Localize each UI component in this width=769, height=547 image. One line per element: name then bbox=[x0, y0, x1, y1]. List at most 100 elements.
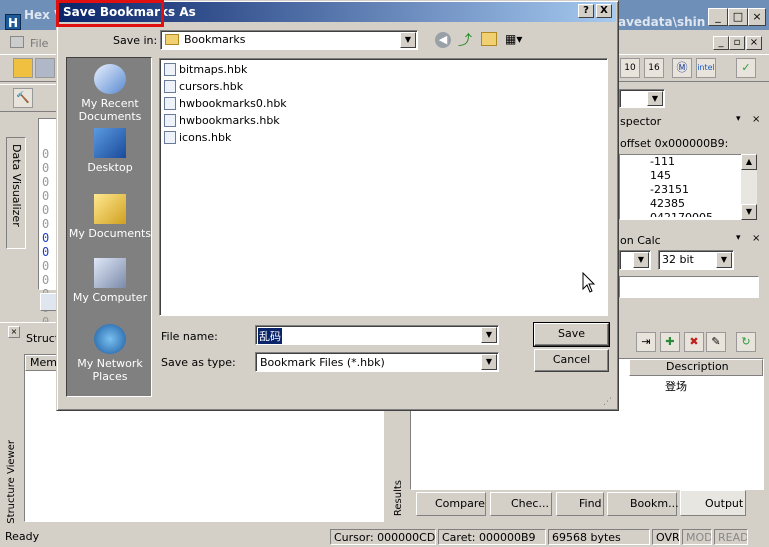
child-close-button[interactable]: × bbox=[746, 36, 762, 50]
file-name-input[interactable]: 乱码 ▼ bbox=[255, 325, 499, 345]
back-icon[interactable]: ◀ bbox=[435, 32, 451, 48]
place-label: Desktop bbox=[87, 161, 133, 174]
file-menu-icon bbox=[10, 36, 24, 48]
status-read: READ bbox=[714, 529, 748, 545]
inspector-close-icon[interactable]: × bbox=[752, 114, 760, 125]
hammer-icon[interactable]: 🔨 bbox=[13, 88, 33, 108]
save-as-type-value: Bookmark Files (*.hbk) bbox=[260, 356, 385, 369]
dialog-help-button[interactable]: ? bbox=[578, 4, 594, 18]
place-label: My Network Places bbox=[77, 357, 143, 383]
file-name: icons.hbk bbox=[179, 131, 232, 144]
file-item[interactable]: cursors.hbk bbox=[164, 78, 607, 95]
base10-icon[interactable]: 10 bbox=[620, 58, 640, 78]
file-item[interactable]: bitmaps.hbk bbox=[164, 61, 607, 78]
results-col-description[interactable]: Description bbox=[629, 359, 763, 376]
file-name: bitmaps.hbk bbox=[179, 63, 248, 76]
results-refresh-icon[interactable]: ↻ bbox=[736, 332, 756, 352]
results-row-text: 登场 bbox=[665, 380, 687, 393]
save-in-select[interactable]: Bookmarks ▼ bbox=[160, 30, 418, 50]
hbk-file-icon bbox=[164, 96, 176, 110]
hex-row: 0 0 bbox=[42, 231, 50, 259]
base-calc-bits-select[interactable]: 32 bit ▼ bbox=[658, 250, 734, 270]
place-desktop[interactable]: Desktop bbox=[67, 128, 153, 174]
recent-documents-icon bbox=[94, 64, 126, 94]
data-visualizer-tab[interactable]: Data Visualizer bbox=[6, 137, 26, 249]
intel-icon[interactable]: intel bbox=[696, 58, 716, 78]
refresh-icon[interactable]: ✓ bbox=[736, 58, 756, 78]
save-as-type-dropdown-icon[interactable]: ▼ bbox=[481, 354, 497, 370]
file-item[interactable]: hwbookmarks.hbk bbox=[164, 112, 607, 129]
status-ready: Ready bbox=[5, 530, 40, 543]
results-tab-bookmarks[interactable]: Bookm... bbox=[607, 492, 679, 516]
inspector-combo[interactable]: ▼ bbox=[619, 89, 665, 108]
places-bar: My Recent Documents Desktop My Documents… bbox=[66, 57, 152, 397]
data-visualizer-label: Data Visualizer bbox=[10, 144, 23, 227]
place-my-computer[interactable]: My Computer bbox=[67, 258, 153, 304]
save-as-type-select[interactable]: Bookmark Files (*.hbk) ▼ bbox=[255, 352, 499, 372]
results-delete-icon[interactable]: ✖ bbox=[684, 332, 704, 352]
place-my-documents[interactable]: My Documents bbox=[67, 194, 153, 240]
title-highlight-box bbox=[56, 0, 164, 27]
app-maximize-button[interactable]: □ bbox=[728, 8, 748, 26]
my-computer-icon bbox=[94, 258, 126, 288]
save-icon[interactable] bbox=[35, 58, 55, 78]
save-button[interactable]: Save bbox=[533, 322, 610, 347]
file-name: hwbookmarks.hbk bbox=[179, 114, 280, 127]
base-calc-pin-icon[interactable]: ▾ bbox=[736, 233, 741, 243]
desktop-icon bbox=[94, 128, 126, 158]
place-recent-documents[interactable]: My Recent Documents bbox=[67, 64, 153, 123]
results-tab-output[interactable]: Output bbox=[680, 490, 746, 516]
hex-row: 0 0 bbox=[42, 203, 50, 231]
scroll-up-button[interactable]: ▲ bbox=[741, 154, 757, 170]
results-tab-find[interactable]: Find bbox=[556, 492, 604, 516]
app-icon: H bbox=[5, 14, 21, 30]
inspector-values: -111 145 -23151 42385 042170005 bbox=[619, 154, 757, 220]
menu-file[interactable]: File bbox=[30, 37, 48, 50]
base-calc-bits-value: 32 bit bbox=[662, 253, 694, 266]
resize-grip-icon[interactable]: ⋰ bbox=[603, 397, 615, 409]
structure-viewer-sidetab[interactable]: Structure Viewer bbox=[6, 440, 22, 524]
base-calc-type-select[interactable]: ▼ bbox=[619, 250, 651, 270]
inspector-scrollbar[interactable]: ▲ ▼ bbox=[741, 154, 757, 220]
hex-row: 0 0 bbox=[42, 175, 50, 203]
status-cursor: Cursor: 000000CD bbox=[330, 529, 436, 545]
status-mod: MOD bbox=[682, 529, 712, 545]
up-folder-icon[interactable]: ⤴ bbox=[458, 30, 474, 49]
inspector-title: spector bbox=[620, 115, 662, 128]
file-item[interactable]: icons.hbk bbox=[164, 129, 607, 146]
results-sidetab[interactable]: Results bbox=[393, 480, 407, 520]
structure-col-member[interactable]: Memb bbox=[25, 355, 64, 371]
results-export-icon[interactable]: ⇥ bbox=[636, 332, 656, 352]
results-tab-compare[interactable]: Compare bbox=[416, 492, 486, 516]
app-close-button[interactable]: × bbox=[748, 8, 766, 26]
scroll-down-button[interactable]: ▼ bbox=[741, 204, 757, 220]
view-menu-icon[interactable]: ▦▾ bbox=[505, 32, 527, 48]
folder-icon bbox=[165, 34, 179, 45]
app-minimize-button[interactable]: _ bbox=[708, 8, 728, 26]
motorola-icon[interactable]: Ⓜ bbox=[672, 58, 692, 78]
mouse-cursor-icon bbox=[582, 272, 596, 293]
child-restore-button[interactable]: ▫ bbox=[729, 36, 745, 50]
structure-close-icon[interactable]: × bbox=[8, 326, 20, 338]
results-tab-checksum[interactable]: Chec... bbox=[490, 492, 552, 516]
place-my-network[interactable]: My Network Places bbox=[67, 324, 153, 383]
child-minimize-button[interactable]: _ bbox=[713, 36, 729, 50]
save-in-dropdown-icon[interactable]: ▼ bbox=[400, 32, 416, 48]
open-icon[interactable] bbox=[13, 58, 33, 78]
results-add-icon[interactable]: ✚ bbox=[660, 332, 680, 352]
base16-icon[interactable]: 16 bbox=[644, 58, 664, 78]
file-name-dropdown-icon[interactable]: ▼ bbox=[481, 327, 497, 343]
base-calc-input[interactable] bbox=[619, 276, 759, 298]
hbk-file-icon bbox=[164, 79, 176, 93]
file-item[interactable]: hwbookmarks0.hbk bbox=[164, 95, 607, 112]
save-as-type-label: Save as type: bbox=[161, 356, 236, 369]
file-name-value: 乱码 bbox=[258, 328, 282, 344]
cancel-button[interactable]: Cancel bbox=[534, 349, 609, 372]
status-ovr: OVR bbox=[652, 529, 680, 545]
file-name: cursors.hbk bbox=[179, 80, 244, 93]
results-edit-icon[interactable]: ✎ bbox=[706, 332, 726, 352]
new-folder-icon[interactable] bbox=[481, 32, 497, 46]
inspector-pin-icon[interactable]: ▾ bbox=[736, 114, 741, 124]
dialog-close-button[interactable]: X bbox=[596, 4, 612, 18]
base-calc-close-icon[interactable]: × bbox=[752, 233, 760, 244]
